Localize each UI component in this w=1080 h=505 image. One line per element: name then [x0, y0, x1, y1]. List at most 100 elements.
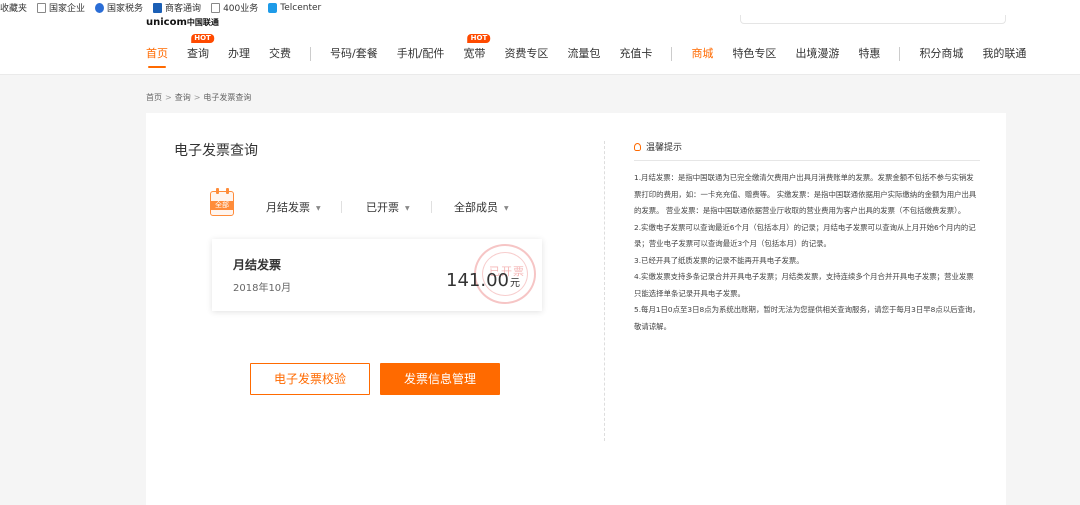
nav-item[interactable]: 充值卡: [619, 42, 652, 72]
unicom-logo[interactable]: unicom中国联通: [146, 17, 219, 28]
calendar-icon[interactable]: 全部: [210, 188, 234, 216]
telcenter-icon: [268, 2, 278, 13]
bookmark-favorites[interactable]: 收藏夹: [0, 1, 27, 14]
breadcrumb-current: 电子发票查询: [203, 93, 252, 102]
chevron-right-icon: >: [165, 93, 172, 102]
top-search-box[interactable]: [740, 15, 1006, 24]
nav-separator: [899, 47, 901, 61]
nav-item-label: 查询: [187, 47, 209, 60]
nav-separator: [671, 47, 673, 61]
tips-body: 1.月结发票：是指中国联通为已完全缴清欠费用户出具月消费账单的发票。发票金额不包…: [634, 170, 980, 335]
invoice-status-select[interactable]: 已开票 ▼: [366, 199, 410, 215]
tip-line: 3.已经开具了纸质发票的记录不能再开具电子发票。: [634, 255, 804, 265]
tip-line: 5.每月1日0点至3日8点为系统出账期，暂时无法为您提供相关查询服务，请您于每月…: [634, 305, 980, 331]
panel-divider: [604, 141, 605, 441]
breadcrumb-query[interactable]: 查询: [175, 93, 191, 102]
lightbulb-icon: [634, 142, 641, 151]
caret-down-icon: ▼: [504, 204, 509, 212]
invoice-type-value: 月结发票: [266, 201, 310, 214]
nav-item-label: 资费专区: [504, 47, 549, 60]
calendar-label: 全部: [211, 201, 233, 210]
bookmark-label: 国家税务: [107, 4, 144, 14]
main-panel: 电子发票查询 全部 月结发票 ▼ 已开票 ▼ 全部成员 ▼ 月结发票 2018年10月…: [146, 113, 1006, 505]
nav-item-label: 出境漫游: [795, 47, 840, 60]
nav-item[interactable]: 号码/套餐: [330, 42, 378, 72]
invoice-type-select[interactable]: 月结发票 ▼: [266, 199, 321, 215]
nav-item-label: 特色专区: [732, 47, 777, 60]
tips-section: 温馨提示 1.月结发票：是指中国联通为已完全缴清欠费用户出具月消费账单的发票。发…: [634, 140, 980, 335]
nav-item-label: 办理: [228, 47, 250, 60]
nav-item[interactable]: 办理: [228, 42, 250, 72]
member-select[interactable]: 全部成员 ▼: [454, 199, 509, 215]
bookmark-label: 商客通询: [165, 4, 202, 14]
invoice-date: 2018年10月: [233, 283, 292, 294]
nav-item[interactable]: 首页: [146, 42, 168, 72]
site-header: unicom中国联通 首页 查询 HOT 办理 交费 号码/套餐 手机/配件 宽带 HOT 资费专…: [0, 15, 1080, 75]
tips-heading: 温馨提示: [646, 143, 683, 153]
breadcrumb-home[interactable]: 首页: [146, 93, 162, 102]
breadcrumb: 首页 > 查询 > 电子发票查询: [146, 92, 251, 103]
tip-line: 2.实缴电子发票可以查询最近6个月（包括本月）的记录；月结电子发票可以查询从上月…: [634, 222, 976, 249]
manage-invoice-info-button[interactable]: 发票信息管理: [380, 363, 500, 395]
invoice-status-value: 已开票: [366, 201, 399, 214]
logo-text: unicom: [146, 17, 187, 28]
globe-icon: [95, 2, 105, 13]
nav-item[interactable]: 特惠: [858, 42, 880, 72]
logo-text-cn: 中国联通: [186, 18, 219, 27]
bookmark-item[interactable]: 商客通询: [153, 1, 201, 14]
nav-item-label: 号码/套餐: [330, 47, 378, 60]
caret-down-icon: ▼: [405, 204, 410, 212]
nav-item-label: 手机/配件: [396, 47, 445, 60]
nav-item[interactable]: 积分商城: [919, 42, 963, 72]
nav-item[interactable]: 资费专区: [504, 42, 548, 72]
caret-down-icon: ▼: [316, 204, 321, 212]
nav-item-label: 充值卡: [619, 47, 653, 60]
calendar-ring: [216, 188, 219, 194]
nav-item[interactable]: 商城: [691, 42, 713, 72]
page-icon: [211, 2, 221, 13]
bookmark-item[interactable]: Telcenter: [268, 2, 322, 13]
tip-line: 1.月结发票：是指中国联通为已完全缴清欠费用户出具月消费账单的发票。发票金额不包…: [634, 173, 977, 215]
nav-item-label: 宽带: [463, 47, 486, 60]
calendar-ring: [226, 188, 229, 194]
hot-badge: HOT: [191, 34, 214, 43]
invoice-card[interactable]: 月结发票 2018年10月 已开票 141.00元: [212, 239, 542, 311]
nav-separator: [310, 47, 311, 61]
nav-item[interactable]: 出境漫游: [795, 42, 839, 72]
tips-header: 温馨提示: [634, 140, 980, 161]
nav-item-label: 商城: [691, 47, 714, 60]
nav-item[interactable]: 我的联通: [982, 42, 1026, 72]
bookmarks-bar: 收藏夹 国家企业 国家税务 商客通询 400业务 Telcenter: [0, 0, 1080, 15]
bookmark-label: 国家企业: [49, 4, 86, 14]
nav-item[interactable]: 交费: [269, 42, 291, 72]
bookmark-label: 400业务: [223, 4, 259, 14]
nav-item-label: 首页: [146, 47, 168, 60]
filter-divider: [431, 201, 432, 213]
nav-item-label: 流量包: [567, 47, 601, 60]
bookmark-label: Telcenter: [280, 2, 322, 13]
bookmark-label: 收藏夹: [0, 4, 28, 14]
bookmark-item[interactable]: 400业务: [211, 1, 258, 14]
biz-icon: [153, 2, 163, 13]
amount-value: 141.00: [446, 270, 509, 291]
nav-item[interactable]: 宽带 HOT: [463, 34, 491, 72]
page-icon: [37, 2, 47, 13]
bookmark-item[interactable]: 国家企业: [37, 1, 85, 14]
filter-divider: [341, 201, 342, 213]
nav-item[interactable]: 查询 HOT: [187, 34, 214, 72]
main-nav: 首页 查询 HOT 办理 交费 号码/套餐 手机/配件 宽带 HOT 资费专区 流量包 充值卡 商城 特色…: [146, 34, 1045, 72]
tip-line: 4.实缴发票支持多条记录合并开具电子发票；月结类发票，支持连续多个月合并开具电子…: [634, 272, 974, 298]
nav-item-label: 交费: [269, 47, 291, 60]
verify-invoice-button[interactable]: 电子发票校验: [250, 363, 370, 395]
filter-bar: 全部 月结发票 ▼ 已开票 ▼ 全部成员 ▼: [210, 188, 530, 221]
member-value: 全部成员: [454, 201, 498, 214]
nav-item-label: 我的联通: [982, 47, 1027, 60]
nav-item-label: 特惠: [858, 47, 881, 60]
nav-item-label: 积分商城: [919, 47, 964, 60]
nav-item[interactable]: 手机/配件: [397, 42, 445, 72]
hot-badge: HOT: [467, 34, 491, 43]
nav-item[interactable]: 特色专区: [732, 42, 776, 72]
amount-unit: 元: [509, 278, 520, 289]
nav-item[interactable]: 流量包: [567, 42, 600, 72]
bookmark-item[interactable]: 国家税务: [95, 1, 143, 14]
